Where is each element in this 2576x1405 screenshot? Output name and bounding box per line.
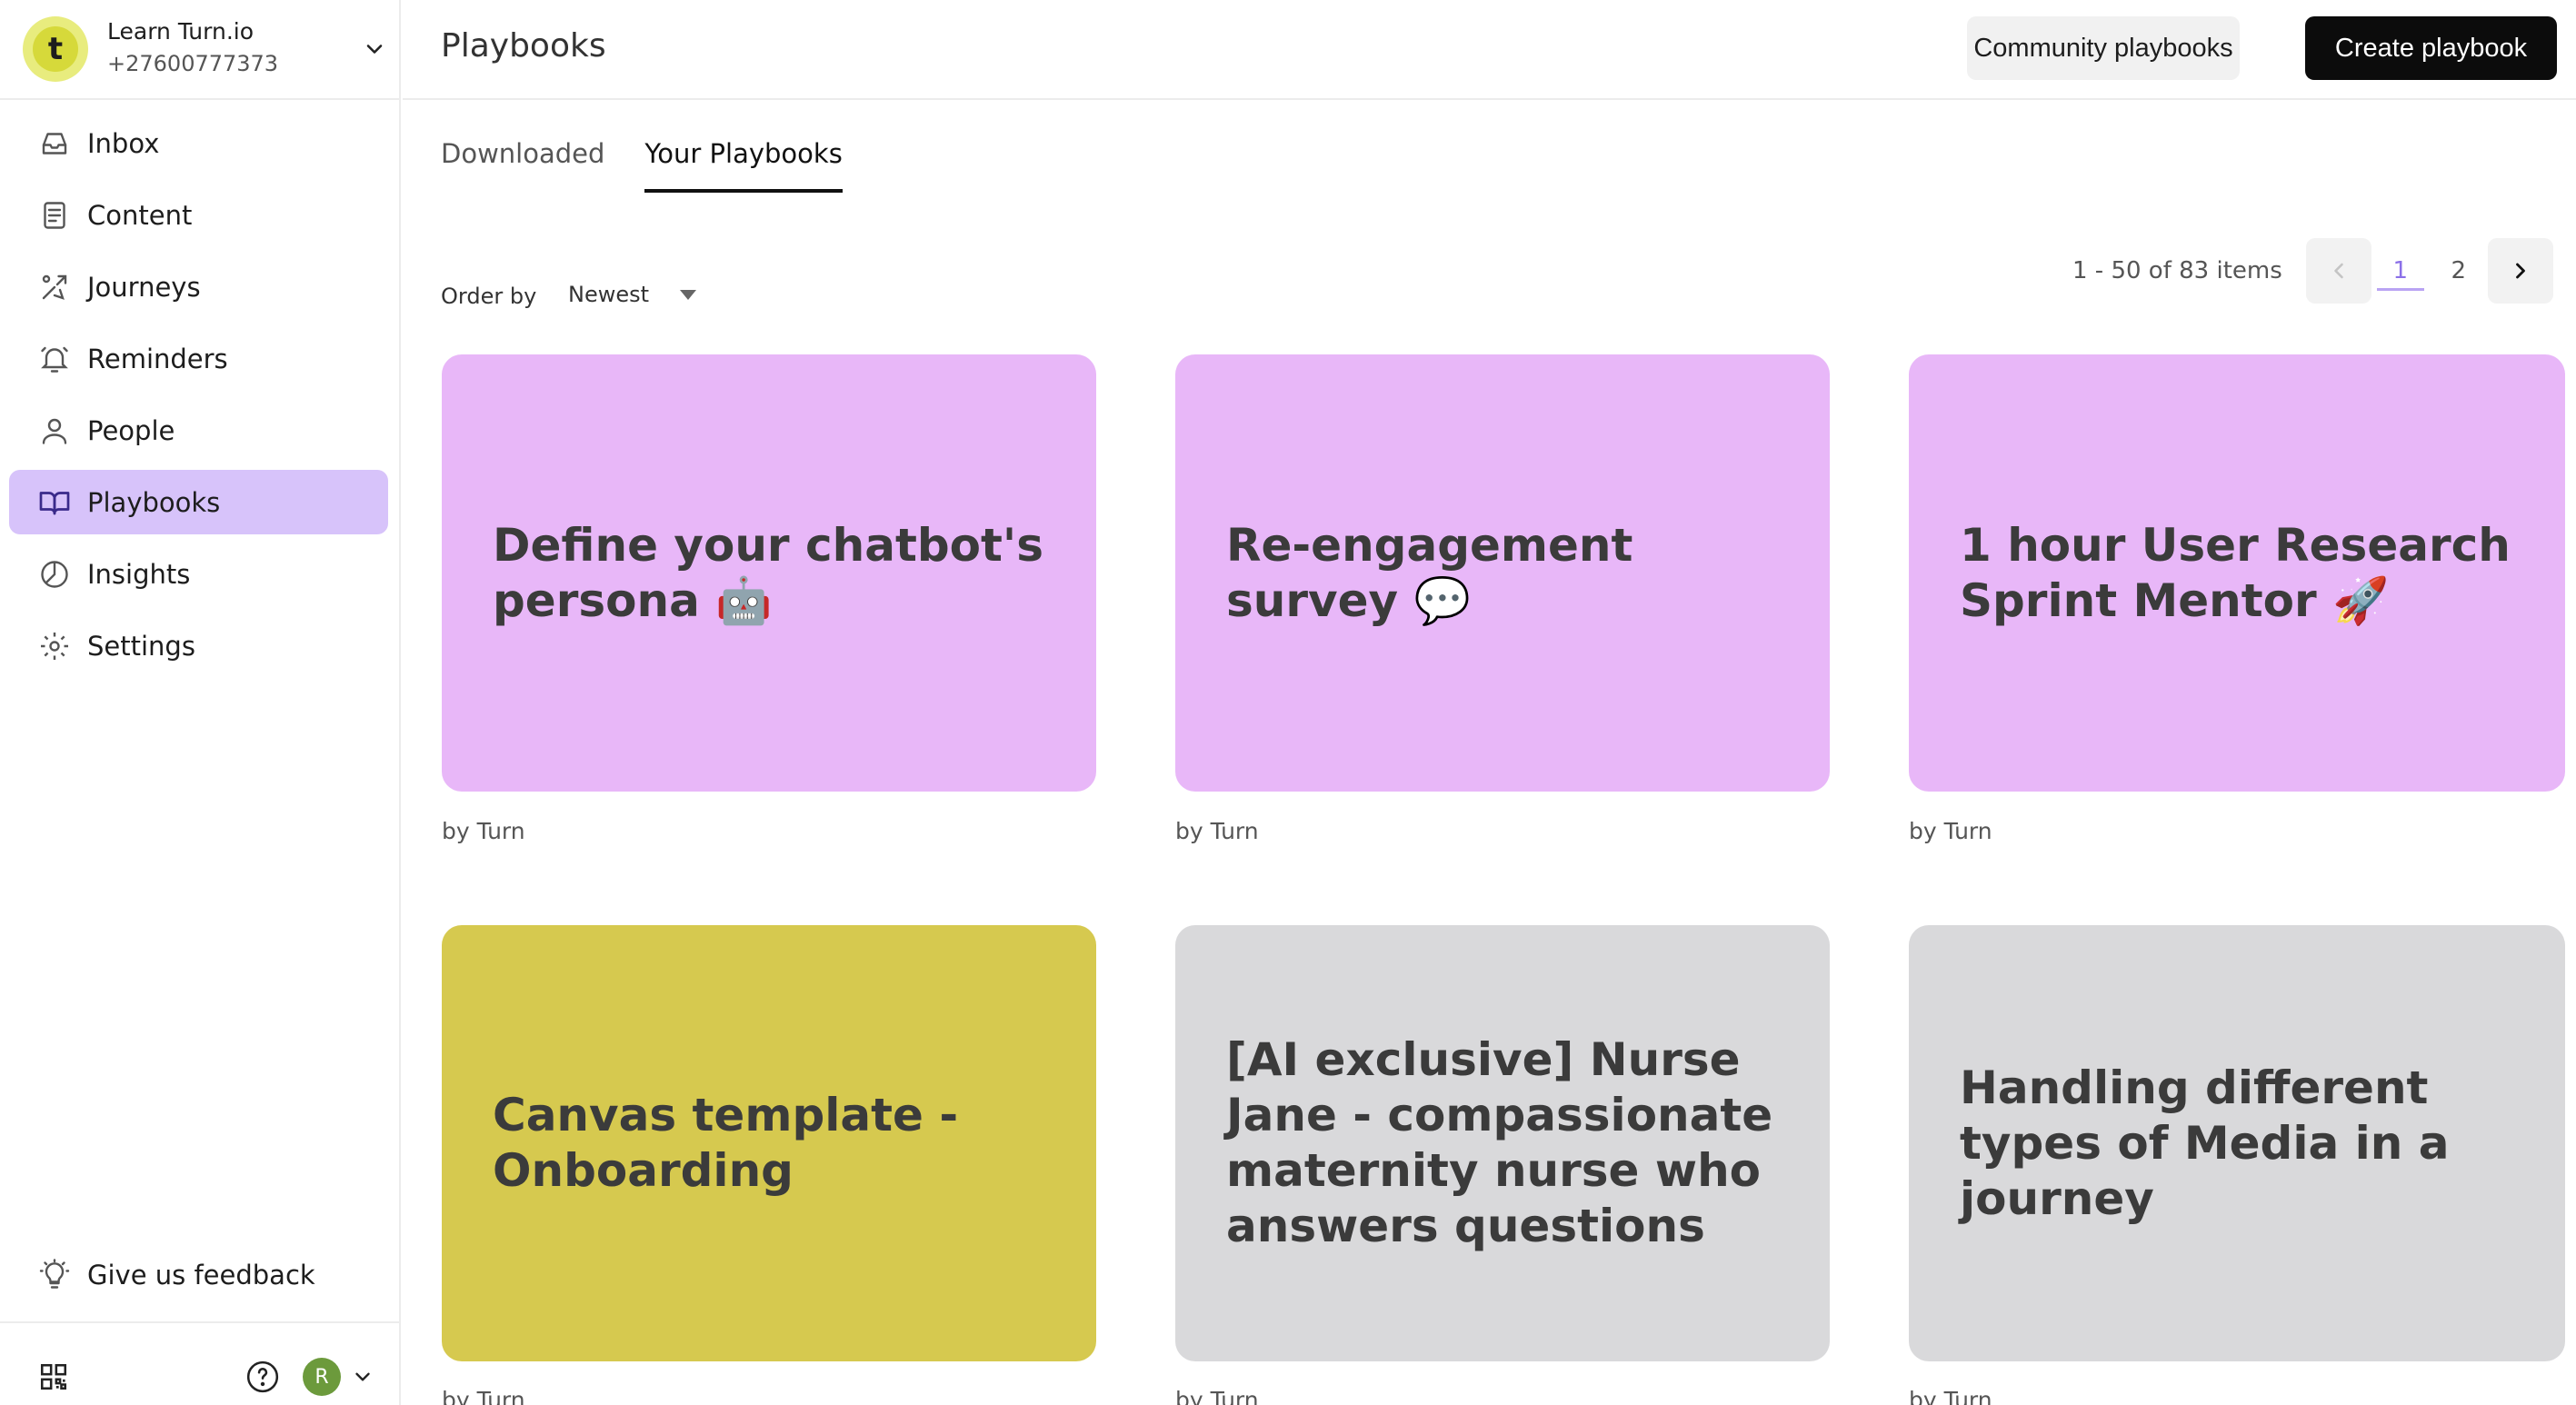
sidebar-item-label: Content [87,199,193,231]
qr-code-icon[interactable] [38,1361,69,1392]
playbook-title: [AI exclusive] Nurse Jane - compassionat… [1226,1033,1773,1252]
feedback-label: Give us feedback [87,1260,315,1290]
sidebar-item-label: Reminders [87,343,228,374]
playbook-card[interactable]: 1 hour User Research Sprint Mentor 🚀 [1909,354,2565,792]
prev-page-button[interactable] [2305,238,2371,304]
sidebar: t Learn Turn.io +27600777373 Inbox Conte… [0,0,401,1405]
sidebar-item-insights[interactable]: Insights [9,542,388,606]
sidebar-item-reminders[interactable]: Reminders [9,326,388,391]
community-playbooks-button[interactable]: Community playbooks [1967,16,2240,80]
settings-icon [38,630,71,663]
playbook-author: by Turn [1175,1387,1259,1405]
playbook-title: 1 hour User Research Sprint Mentor 🚀 [1960,518,2511,627]
chevron-down-icon[interactable] [362,36,387,62]
sidebar-item-label: Playbooks [87,486,221,518]
org-name: Learn Turn.io [107,18,255,45]
playbook-author: by Turn [1909,818,1992,844]
playbooks-icon [38,486,71,519]
reminders-icon [38,343,71,375]
main-nav: Inbox Content Journeys Reminders People [0,111,401,685]
top-header: Playbooks Community playbooks Create pla… [403,0,2576,100]
pagination: 1 - 50 of 83 items 1 2 [2072,238,2553,304]
next-page-button[interactable] [2487,238,2553,304]
playbook-title: Re-engagement survey 💬 [1226,518,1633,627]
playbook-card[interactable]: [AI exclusive] Nurse Jane - compassionat… [1175,925,1830,1361]
playbook-card[interactable]: Define your chatbot's persona 🤖 [442,354,1096,792]
playbook-card[interactable]: Re-engagement survey 💬 [1175,354,1830,792]
caret-down-icon [680,289,697,300]
sidebar-item-label: Journeys [87,271,201,303]
lightbulb-icon [39,1259,70,1289]
tab-downloaded[interactable]: Downloaded [441,138,604,193]
page-2-button[interactable]: 2 [2435,238,2482,304]
avatar[interactable]: R [303,1358,341,1396]
playbook-author: by Turn [442,1387,525,1405]
org-phone: +27600777373 [107,51,279,76]
tab-your-playbooks[interactable]: Your Playbooks [644,138,844,193]
playbook-title: Define your chatbot's persona 🤖 [493,518,1043,627]
create-playbook-button[interactable]: Create playbook [2305,16,2557,80]
insights-icon [38,558,71,591]
playbook-card[interactable]: Handling different types of Media in a j… [1909,925,2565,1361]
sidebar-item-label: Insights [87,558,191,590]
playbook-title: Handling different types of Media in a j… [1960,1061,2450,1225]
page-title: Playbooks [441,27,606,65]
sidebar-item-people[interactable]: People [9,398,388,463]
pagination-info: 1 - 50 of 83 items [2072,257,2282,284]
sidebar-item-content[interactable]: Content [9,183,388,247]
playbook-author: by Turn [442,818,525,844]
give-feedback-button[interactable]: Give us feedback [9,1243,388,1307]
page-1-button[interactable]: 1 [2376,238,2424,304]
sidebar-footer: R [0,1321,401,1405]
sidebar-item-settings[interactable]: Settings [9,613,388,678]
playbook-card[interactable]: Canvas template - Onboarding [442,925,1096,1361]
playbook-tabs: Downloaded Your Playbooks [441,138,883,193]
sidebar-item-journeys[interactable]: Journeys [9,254,388,319]
playbook-author: by Turn [1175,818,1259,844]
org-switcher[interactable]: t Learn Turn.io +27600777373 [0,0,401,100]
order-by-value: Newest [568,282,650,307]
inbox-icon [38,127,71,160]
sidebar-item-label: Settings [87,630,195,662]
sidebar-item-label: People [87,414,175,446]
content-icon [38,199,71,232]
chevron-left-icon [2333,263,2343,279]
sidebar-item-inbox[interactable]: Inbox [9,111,388,175]
help-icon[interactable] [245,1360,280,1394]
org-avatar: t [23,16,88,82]
people-icon [38,414,71,447]
playbook-title: Canvas template - Onboarding [493,1089,959,1197]
order-by-select[interactable]: Newest [568,282,697,307]
sidebar-item-playbooks[interactable]: Playbooks [9,470,388,534]
journeys-icon [38,271,71,304]
sidebar-item-label: Inbox [87,127,160,159]
chevron-right-icon [2515,263,2525,279]
order-by-label: Order by [441,284,537,309]
org-initial: t [33,26,78,72]
chevron-down-icon[interactable] [351,1365,374,1389]
playbook-author: by Turn [1909,1387,1992,1405]
